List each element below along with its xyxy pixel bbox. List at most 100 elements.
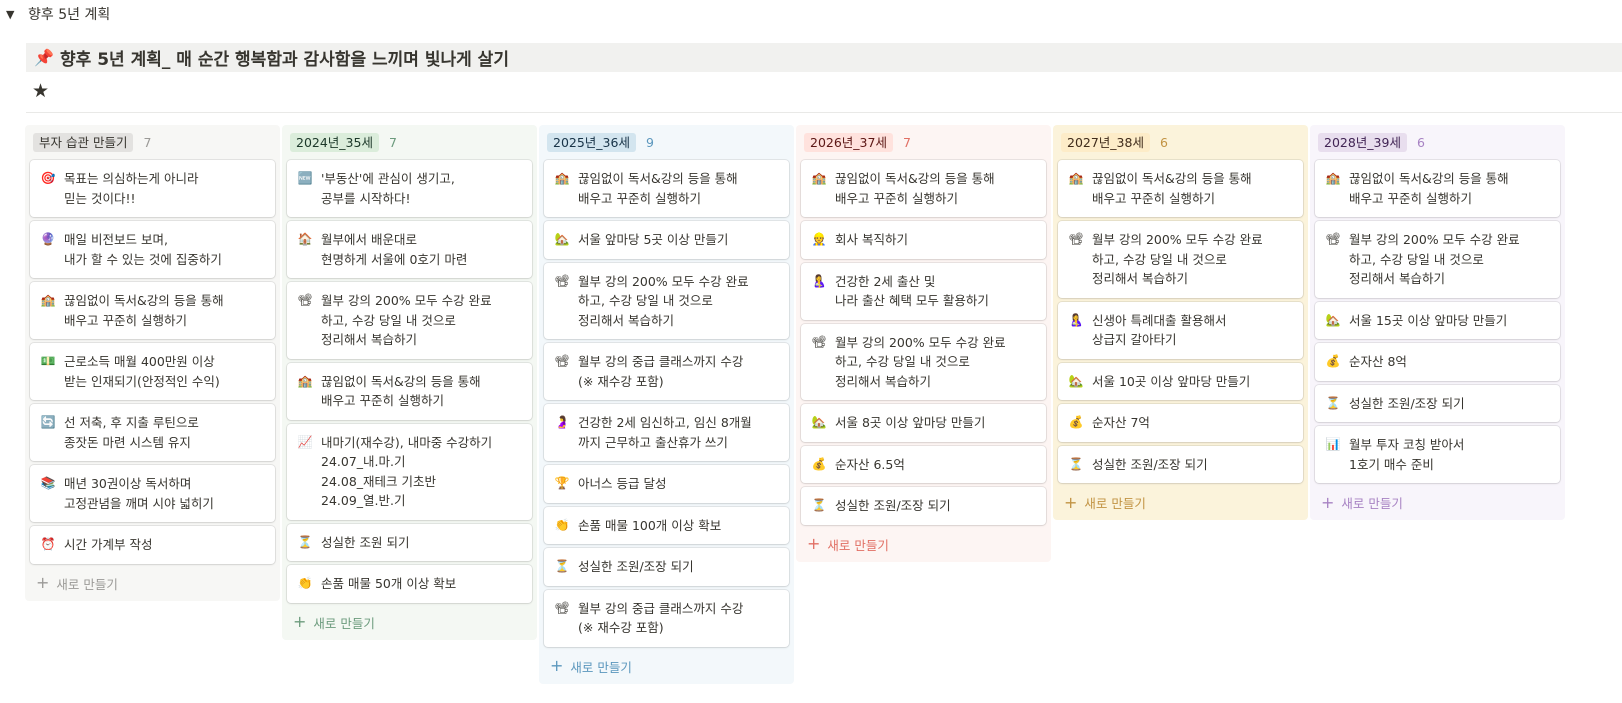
- board-card[interactable]: 🏫 끊임없이 독서&강의 등을 통해 배우고 꾸준히 실행하기: [30, 282, 275, 339]
- board-card[interactable]: ⏳ 성실한 조원/조장 되기: [544, 548, 789, 586]
- board-card[interactable]: 👷 회사 복직하기: [801, 221, 1046, 259]
- group-count: 9: [645, 134, 654, 150]
- board-card[interactable]: 🏫 끊임없이 독서&강의 등을 통해 배우고 꾸준히 실행하기: [1315, 160, 1560, 217]
- house-garden-icon: 🏡: [1325, 312, 1341, 327]
- board-card[interactable]: ⏳ 성실한 조원/조장 되기: [1315, 384, 1560, 422]
- board-column: 2025년_36세 9 🏫 끊임없이 독서&강의 등을 통해 배우고 꾸준히 실행하기…: [539, 125, 794, 684]
- board-card[interactable]: ⏰ 시간 가계부 작성: [30, 526, 275, 564]
- card-title: 순자산 8억: [1349, 354, 1407, 369]
- board-card[interactable]: ⏳ 성실한 조원/조장 되기: [801, 487, 1046, 525]
- projector-icon: 📽: [554, 354, 570, 368]
- card-title: 내마기(재수강), 내마중 수강하기 24.07_내.마.기 24.08_재테크…: [321, 434, 493, 509]
- board-card[interactable]: 🏡 서울 8곳 이상 앞마당 만들기: [801, 404, 1046, 442]
- board-card[interactable]: 🎯 목표는 의심하는게 아니라 믿는 것이다!!: [30, 160, 275, 217]
- board-card[interactable]: 📊 월부 투자 코칭 받아서 1호기 매수 준비: [1315, 426, 1560, 483]
- projector-icon: 📽: [554, 273, 570, 288]
- board-card[interactable]: 📽 월부 강의 200% 모두 수강 완료 하고, 수강 당일 내 것으로 정리해…: [1315, 221, 1560, 298]
- new-card-label: 새로 만들기: [1084, 496, 1146, 511]
- hourglass-icon: ⏳: [811, 498, 827, 512]
- new-card-button[interactable]: + 새로 만들기: [544, 651, 789, 676]
- board-card[interactable]: 🏫 끊임없이 독서&강의 등을 통해 배우고 꾸준히 실행하기: [801, 160, 1046, 217]
- group-tag[interactable]: 부자 습관 만들기: [33, 132, 134, 152]
- card-title: 목표는 의심하는게 아니라 믿는 것이다!!: [64, 171, 199, 206]
- board-card[interactable]: 🤱 건강한 2세 출산 및 나라 출산 혜택 모두 활용하기: [801, 262, 1046, 320]
- trophy-icon: 🏆: [554, 476, 570, 490]
- plus-icon: +: [1064, 492, 1078, 512]
- board-card[interactable]: 🏫 끊임없이 독서&강의 등을 통해 배우고 꾸준히 실행하기: [544, 160, 789, 217]
- board-card[interactable]: 📽 월부 강의 200% 모두 수강 완료 하고, 수강 당일 내 것으로 정리해…: [287, 282, 532, 359]
- card-title: 신생아 특례대출 활용해서 상급지 갈아타기: [1092, 312, 1227, 348]
- board-card[interactable]: 🤱 신생아 특례대출 활용해서 상급지 갈아타기: [1058, 301, 1303, 359]
- card-title: 월부 강의 200% 모두 수강 완료 하고, 수강 당일 내 것으로 정리해서…: [1092, 232, 1263, 286]
- board-card[interactable]: 📚 매년 30권이상 독서하며 고정관념을 깨며 시야 넓히기: [30, 465, 275, 522]
- board-card[interactable]: 📈 내마기(재수강), 내마중 수강하기 24.07_내.마.기 24.08_재테…: [287, 423, 532, 520]
- board-card[interactable]: 🏡 서울 10곳 이상 앞마당 만들기: [1058, 362, 1303, 400]
- clap-icon: 👏: [297, 576, 313, 590]
- board-card[interactable]: 💰 순자산 7억: [1058, 404, 1303, 442]
- new-card-button[interactable]: + 새로 만들기: [1058, 487, 1303, 512]
- board-card[interactable]: 🔄 선 저축, 후 지출 루틴으로 종잣돈 마련 시스템 유지: [30, 404, 275, 461]
- group-tag[interactable]: 2024년_35세: [290, 132, 379, 152]
- hourglass-icon: ⏳: [554, 559, 570, 573]
- column-header[interactable]: 2025년_36세 9: [544, 131, 789, 153]
- board-card[interactable]: 🏫 끊임없이 독서&강의 등을 통해 배우고 꾸준히 실행하기: [287, 362, 532, 420]
- board-card[interactable]: 🏠 월부에서 배운대로 현명하게 서울에 0호기 마련: [287, 221, 532, 278]
- board-card[interactable]: 🆕 '부동산'에 관심이 생기고, 공부를 시작하다!: [287, 160, 532, 217]
- board-card[interactable]: 📽 월부 강의 중급 클래스까지 수강 (※ 재수강 포함): [544, 589, 789, 647]
- board-card[interactable]: 📽 월부 강의 200% 모두 수강 완료 하고, 수강 당일 내 것으로 정리해…: [1058, 221, 1303, 298]
- board-card[interactable]: 👏 손품 매물 100개 이상 확보: [544, 506, 789, 544]
- card-title: 끊임없이 독서&강의 등을 통해 배우고 꾸준히 실행하기: [321, 373, 481, 409]
- pregnant-icon: 🤰: [554, 415, 570, 429]
- money-bag-icon: 💰: [1325, 354, 1341, 368]
- board-card[interactable]: 💵 근로소득 매월 400만원 이상 받는 인재되기(안정적인 수익): [30, 343, 275, 400]
- board-column: 2027년_38세 6 🏫 끊임없이 독서&강의 등을 통해 배우고 꾸준히 실행하기…: [1053, 125, 1308, 520]
- board-card[interactable]: 🏡 서울 앞마당 5곳 이상 만들기: [544, 221, 789, 259]
- board-card[interactable]: 🤰 건강한 2세 임신하고, 임신 8개월 까지 근무하고 출산휴가 쓰기: [544, 404, 789, 461]
- board-card[interactable]: ⏳ 성실한 조원/조장 되기: [1058, 445, 1303, 483]
- board-card[interactable]: 🏆 아너스 등급 달성: [544, 465, 789, 503]
- card-title: 손품 매물 100개 이상 확보: [578, 517, 722, 533]
- new-card-button[interactable]: + 새로 만들기: [1315, 487, 1560, 512]
- group-count: 6: [1159, 134, 1168, 150]
- board-card[interactable]: 👏 손품 매물 50개 이상 확보: [287, 565, 532, 603]
- column-header[interactable]: 2027년_38세 6: [1058, 131, 1303, 153]
- group-tag[interactable]: 2026년_37세: [804, 132, 893, 152]
- cycle-icon: 🔄: [40, 415, 56, 429]
- column-header[interactable]: 부자 습관 만들기 7: [30, 131, 275, 153]
- new-card-button[interactable]: + 새로 만들기: [287, 607, 532, 632]
- projector-icon: 📽: [297, 293, 313, 307]
- plus-icon: +: [550, 656, 564, 675]
- projector-icon: 📽: [1325, 232, 1341, 246]
- group-count: 7: [902, 134, 911, 150]
- board-card[interactable]: 📽 월부 강의 200% 모두 수강 완료 하고, 수강 당일 내 것으로 정리해…: [801, 323, 1046, 400]
- group-tag[interactable]: 2027년_38세: [1061, 132, 1150, 152]
- toggle-title: 향후 5년 계획: [28, 7, 111, 23]
- card-title: 회사 복직하기: [835, 232, 908, 247]
- card-title: 월부 강의 200% 모두 수강 완료 하고, 수강 당일 내 것으로 정리해서…: [321, 293, 492, 347]
- column-header[interactable]: 2024년_35세 7: [287, 131, 532, 153]
- group-tag[interactable]: 2025년_36세: [547, 132, 636, 152]
- new-card-label: 새로 만들기: [570, 659, 632, 675]
- board-card[interactable]: ⏳ 성실한 조원 되기: [287, 523, 532, 561]
- board-card[interactable]: 🏡 서울 15곳 이상 앞마당 만들기: [1315, 301, 1560, 339]
- group-tag[interactable]: 2028년_39세: [1318, 132, 1407, 152]
- divider: [26, 112, 1622, 113]
- new-card-label: 새로 만들기: [827, 537, 889, 553]
- board-card[interactable]: 📽 월부 강의 중급 클래스까지 수강 (※ 재수강 포함): [544, 343, 789, 400]
- card-title: 월부 투자 코칭 받아서 1호기 매수 준비: [1349, 437, 1465, 472]
- board-card[interactable]: 💰 순자산 8억: [1315, 343, 1560, 381]
- triangle-down-icon[interactable]: ▼: [6, 8, 18, 21]
- board-card[interactable]: 💰 순자산 6.5억: [801, 445, 1046, 483]
- board-card[interactable]: 🔮 매일 비전보드 보며, 내가 할 수 있는 것에 집중하기: [30, 221, 275, 278]
- column-header[interactable]: 2028년_39세 6: [1315, 131, 1560, 153]
- card-title: 성실한 조원 되기: [321, 534, 410, 550]
- board-card[interactable]: 🏫 끊임없이 독서&강의 등을 통해 배우고 꾸준히 실행하기: [1058, 160, 1303, 217]
- card-title: 매년 30권이상 독서하며 고정관념을 깨며 시야 넓히기: [64, 476, 214, 511]
- plus-icon: +: [807, 534, 821, 553]
- board-card[interactable]: 📽 월부 강의 200% 모두 수강 완료 하고, 수강 당일 내 것으로 정리해…: [544, 262, 789, 339]
- crystal-ball-icon: 🔮: [40, 232, 56, 246]
- new-card-button[interactable]: + 새로 만들기: [801, 529, 1046, 554]
- new-card-button[interactable]: + 새로 만들기: [30, 568, 275, 593]
- page-toggle[interactable]: ▼ 향후 5년 계획: [6, 3, 110, 25]
- column-header[interactable]: 2026년_37세 7: [801, 131, 1046, 153]
